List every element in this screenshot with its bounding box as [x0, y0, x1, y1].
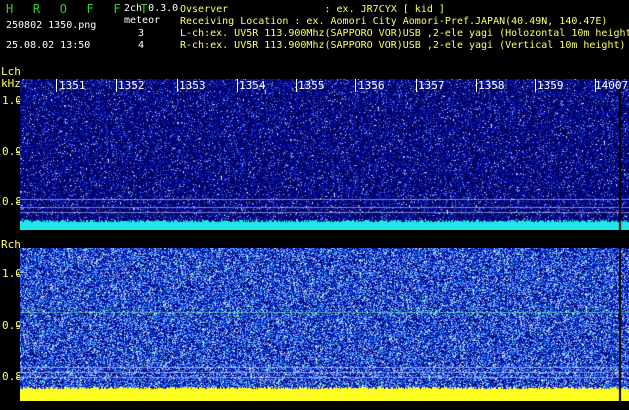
time-label-1355: 1355 — [298, 79, 325, 92]
filename-label: 250802 1350.png — [6, 20, 97, 31]
time-tick — [416, 79, 417, 92]
rch-info: R-ch:ex. UV5R 113.900Mhz(SAPPORO VOR)USB… — [180, 40, 626, 51]
observer-info: Ovserver : ex. JR7CYX [ kid ] — [180, 4, 445, 15]
lch-spectrogram — [20, 79, 629, 230]
time-label-1356: 1356 — [358, 79, 385, 92]
time-tick — [476, 79, 477, 92]
rch-spectrogram — [20, 248, 629, 401]
time-label-1357: 1357 — [418, 79, 445, 92]
location-info: Receiving Location : ex. Aomori City Aom… — [180, 16, 608, 27]
lch-title: Lch — [1, 65, 21, 78]
time-label-1353: 1353 — [179, 79, 206, 92]
time-label-14007: 14007 — [595, 79, 629, 92]
time-tick — [116, 79, 117, 92]
time-tick — [535, 79, 536, 92]
time-label-1352: 1352 — [118, 79, 145, 92]
count-lch: 3 — [138, 28, 145, 39]
time-label-1359: 1359 — [537, 79, 564, 92]
time-tick — [237, 79, 238, 92]
time-tick — [296, 79, 297, 92]
lch-info: L-ch:ex. UV5R 113.900Mhz(SAPPORO VOR)USB… — [180, 28, 629, 39]
unit-label: kHz — [1, 77, 21, 90]
datetime-label: 25.08.02 13:50 — [6, 40, 91, 51]
time-label-1351: 1351 — [59, 79, 86, 92]
rch-title: Rch — [1, 238, 21, 251]
time-tick — [355, 79, 356, 92]
mode-label: 2ch 0.3.0 — [124, 3, 179, 14]
event-label: meteor — [124, 15, 161, 26]
time-label-1358: 1358 — [478, 79, 505, 92]
time-tick — [177, 79, 178, 92]
count-rch: 4 — [138, 40, 145, 51]
time-tick — [56, 79, 57, 92]
time-label-1354: 1354 — [239, 79, 266, 92]
